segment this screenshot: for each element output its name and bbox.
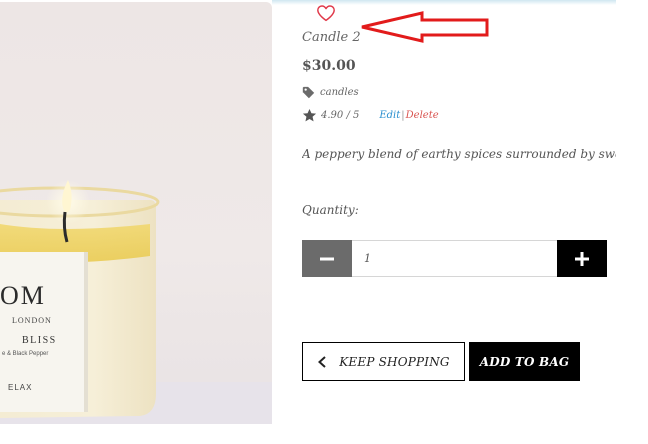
product-price: $30.00: [302, 58, 356, 74]
minus-icon: [320, 257, 334, 260]
plus-icon: [575, 251, 589, 266]
chevron-left-icon: [318, 355, 326, 368]
candle-illustration: [0, 180, 272, 424]
quantity-stepper: [302, 240, 607, 277]
keep-shopping-label: KEEP SHOPPING: [339, 354, 450, 369]
product-description: A peppery blend of earthy spices surroun…: [302, 147, 616, 161]
product-image: OM LONDON BLISS e & Black Pepper ELAX: [0, 2, 272, 424]
link-separator: |: [401, 110, 405, 121]
product-detail-page: OM LONDON BLISS e & Black Pepper ELAX Ca…: [0, 0, 648, 444]
wishlist-heart-icon[interactable]: [316, 4, 336, 22]
rating-row: 4.90 / 5 Edit | Delete: [302, 108, 439, 123]
quantity-input[interactable]: [352, 240, 557, 277]
rating-value: 4.90 / 5: [321, 110, 360, 121]
delete-link[interactable]: Delete: [406, 110, 439, 121]
add-to-bag-label: ADD TO BAG: [479, 354, 570, 369]
label-mood: ELAX: [8, 383, 33, 392]
edit-link[interactable]: Edit: [379, 110, 400, 121]
label-city: LONDON: [12, 316, 52, 325]
add-to-bag-button[interactable]: ADD TO BAG: [469, 342, 580, 381]
star-icon: [302, 108, 317, 122]
category-row: candles: [302, 86, 359, 99]
quantity-label: Quantity:: [302, 203, 359, 217]
annotation-arrow-icon: [361, 11, 489, 43]
keep-shopping-button[interactable]: KEEP SHOPPING: [302, 342, 465, 381]
label-brand: OM: [0, 281, 46, 310]
category-link[interactable]: candles: [320, 87, 359, 98]
decrease-quantity-button[interactable]: [302, 240, 352, 277]
label-scent: BLISS: [22, 335, 57, 346]
product-title: Candle 2: [302, 30, 361, 45]
increase-quantity-button[interactable]: [557, 240, 607, 277]
tag-icon: [302, 86, 315, 99]
label-notes: e & Black Pepper: [2, 351, 49, 357]
